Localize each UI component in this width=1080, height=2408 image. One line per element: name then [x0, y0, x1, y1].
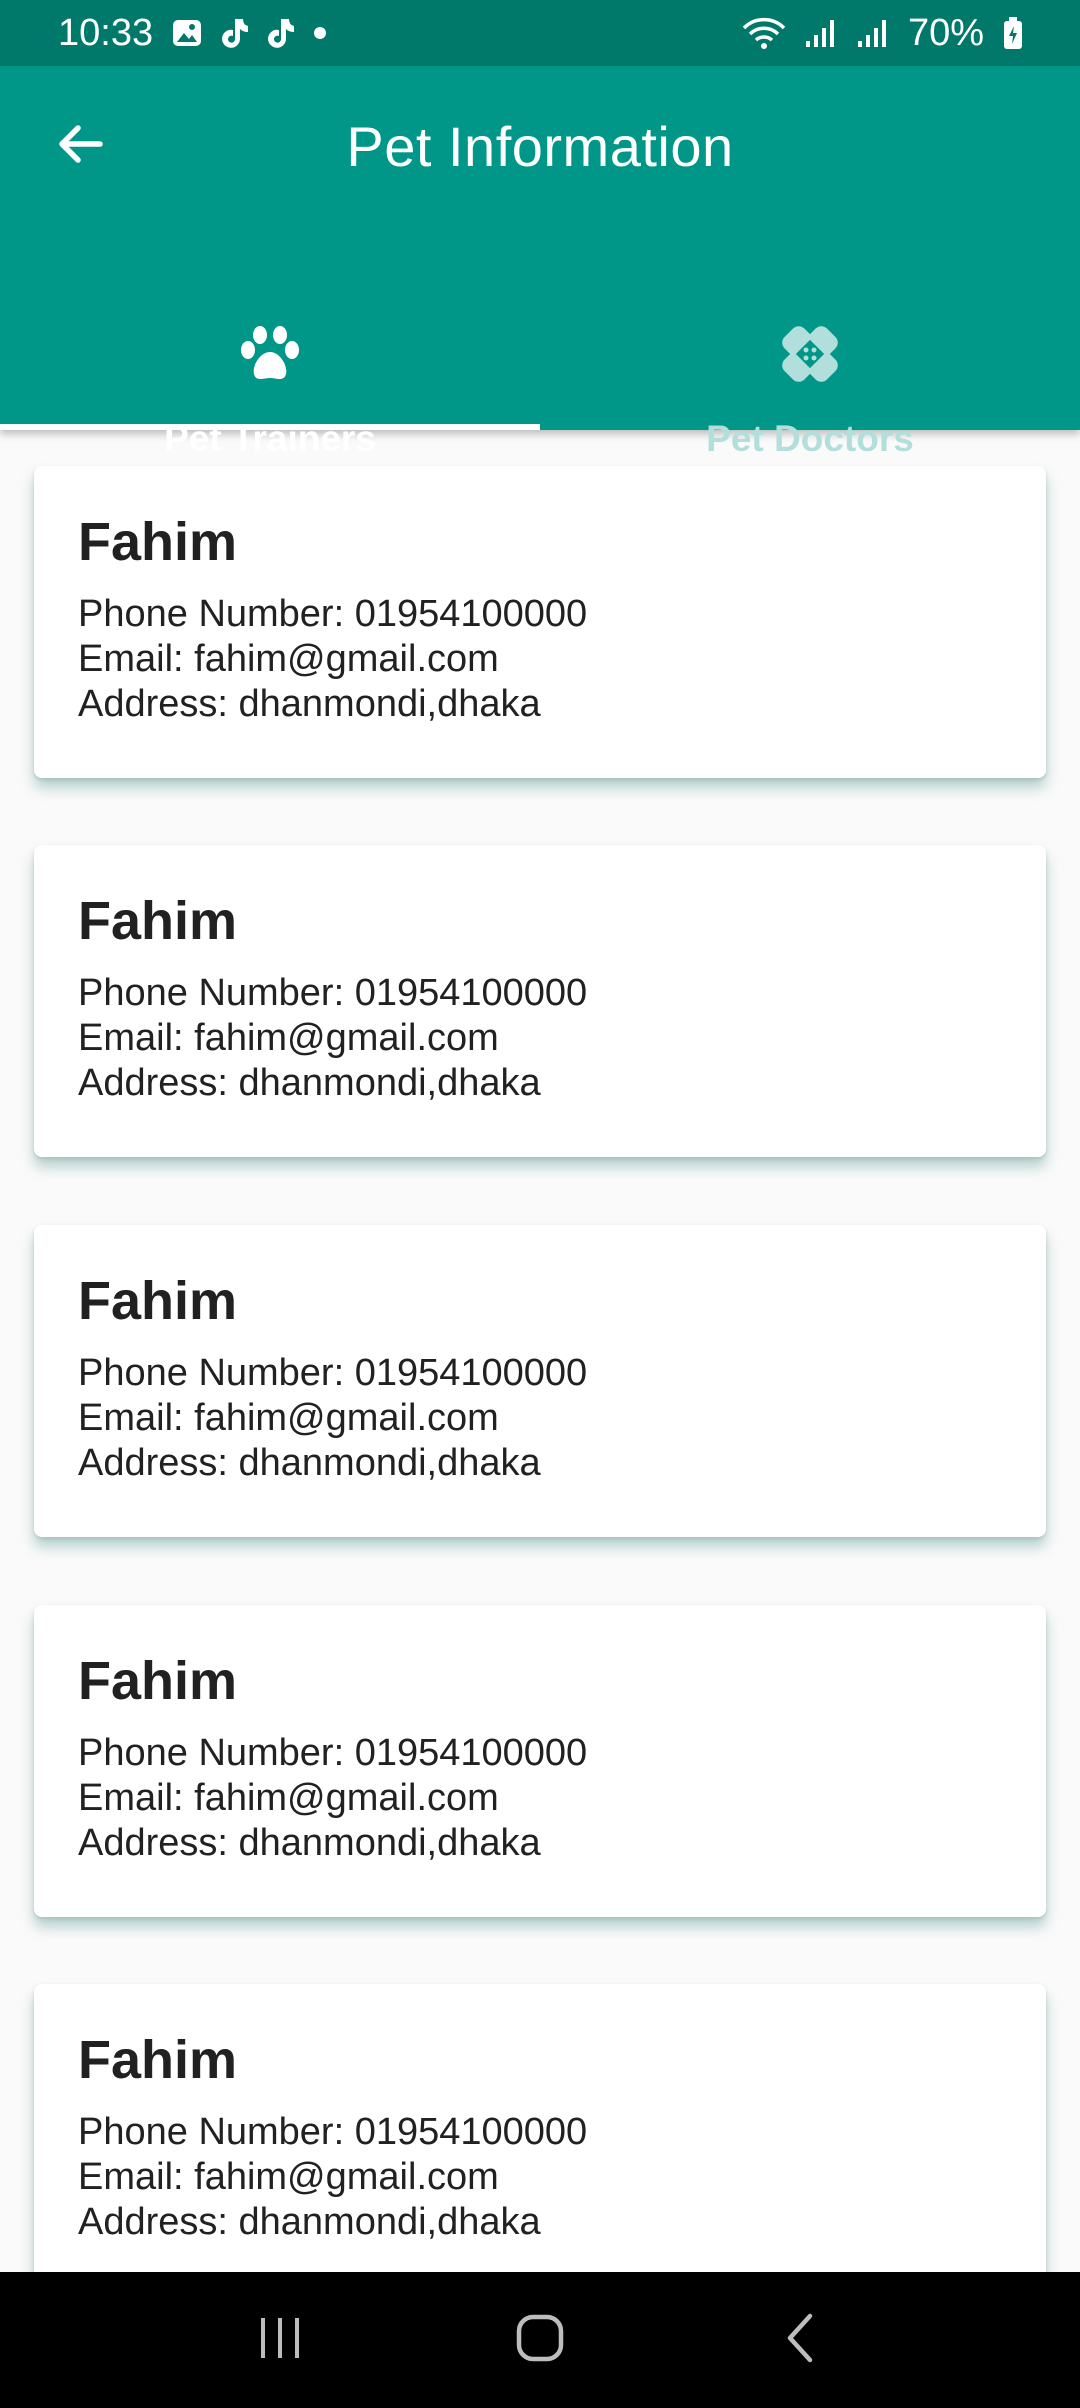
- trainer-phone: Phone Number: 01954100000: [78, 972, 588, 1014]
- trainer-name: Fahim: [78, 891, 238, 951]
- status-left: 10:33: [58, 12, 327, 55]
- tiktok-icon: [221, 17, 249, 49]
- trainer-address: Address: dhanmondi,dhaka: [78, 2201, 541, 2243]
- trainer-address: Address: dhanmondi,dhaka: [78, 1062, 541, 1104]
- battery-icon: [1002, 16, 1024, 50]
- signal-icon: [804, 17, 838, 49]
- system-nav-bar: [0, 2272, 1080, 2408]
- trainer-address: Address: dhanmondi,dhaka: [78, 1442, 541, 1484]
- trainer-phone: Phone Number: 01954100000: [78, 2111, 588, 2153]
- trainer-email: Email: fahim@gmail.com: [78, 1017, 499, 1059]
- trainer-name: Fahim: [78, 512, 238, 572]
- status-bar: 10:33 70%: [0, 0, 1080, 66]
- wifi-icon: [742, 16, 786, 50]
- trainer-name: Fahim: [78, 2030, 238, 2090]
- gallery-icon: [171, 17, 203, 49]
- trainer-phone: Phone Number: 01954100000: [78, 1732, 588, 1774]
- signal-icon: [856, 17, 890, 49]
- trainer-card[interactable]: Fahim Phone Number: 01954100000 Email: f…: [34, 466, 1046, 778]
- status-right: 70%: [742, 12, 1024, 55]
- trainer-email: Email: fahim@gmail.com: [78, 638, 499, 680]
- trainer-email: Email: fahim@gmail.com: [78, 1397, 499, 1439]
- back-icon: [782, 2312, 818, 2369]
- trainer-card[interactable]: Fahim Phone Number: 01954100000 Email: f…: [34, 1605, 1046, 1917]
- trainer-card[interactable]: Fahim Phone Number: 01954100000 Email: f…: [34, 1984, 1046, 2272]
- status-time: 10:33: [58, 11, 154, 54]
- tiktok-icon: [267, 17, 295, 49]
- trainer-address: Address: dhanmondi,dhaka: [78, 1822, 541, 1864]
- paw-icon: [238, 322, 302, 391]
- home-button[interactable]: [480, 2290, 600, 2390]
- back-nav-button[interactable]: [740, 2290, 860, 2390]
- trainer-phone: Phone Number: 01954100000: [78, 593, 588, 635]
- home-icon: [515, 2313, 565, 2368]
- trainer-email: Email: fahim@gmail.com: [78, 1777, 499, 1819]
- trainer-card[interactable]: Fahim Phone Number: 01954100000 Email: f…: [34, 845, 1046, 1157]
- trainer-phone: Phone Number: 01954100000: [78, 1352, 588, 1394]
- app-bar: Pet Information Pet Trainers Pet Doctors: [0, 66, 1080, 459]
- trainer-name: Fahim: [78, 1651, 238, 1711]
- trainer-address: Address: dhanmondi,dhaka: [78, 683, 541, 725]
- tab-pet-trainers[interactable]: Pet Trainers: [0, 248, 540, 459]
- bandage-icon: [778, 322, 842, 391]
- trainer-card[interactable]: Fahim Phone Number: 01954100000 Email: f…: [34, 1225, 1046, 1537]
- recent-apps-button[interactable]: [220, 2290, 340, 2390]
- trainer-name: Fahim: [78, 1271, 238, 1331]
- dot-icon: [313, 26, 327, 40]
- battery-level: 70%: [907, 11, 984, 54]
- page-title: Pet Information: [346, 115, 734, 178]
- tab-pet-doctors[interactable]: Pet Doctors: [540, 248, 1080, 459]
- trainer-list[interactable]: Fahim Phone Number: 01954100000 Email: f…: [0, 430, 1080, 2272]
- tab-bar: Pet Trainers Pet Doctors: [0, 248, 1080, 459]
- trainer-email: Email: fahim@gmail.com: [78, 2156, 499, 2198]
- recent-apps-icon: [255, 2316, 305, 2365]
